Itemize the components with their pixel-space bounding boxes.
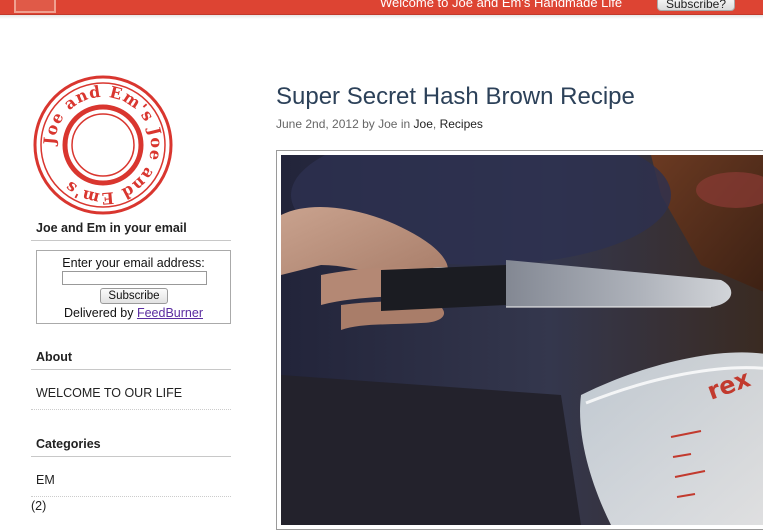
post-title[interactable]: Super Secret Hash Brown Recipe — [276, 83, 635, 111]
email-label: Enter your email address: — [62, 256, 205, 270]
post-date: June 2nd, 2012 — [276, 117, 359, 131]
categories-heading: Categories — [36, 437, 101, 451]
email-heading-rule — [31, 240, 231, 241]
post-category-recipes[interactable]: Recipes — [440, 117, 483, 131]
post-author: Joe — [378, 117, 398, 131]
email-heading: Joe and Em in your email — [36, 221, 187, 235]
post-category-separator: , — [432, 117, 437, 131]
post-in: in — [400, 117, 411, 131]
delivered-prefix: Delivered by — [64, 306, 134, 320]
site-logo-stamp[interactable]: Joe and Em's Joe and Em's — [30, 72, 176, 218]
post-meta: June 2nd, 2012 by Joe in Joe, Recipes — [276, 117, 483, 131]
post-by: by — [362, 117, 375, 131]
email-input[interactable] — [62, 271, 207, 285]
about-link[interactable]: WELCOME TO OUR LIFE — [36, 386, 182, 400]
email-subscribe-box: Enter your email address: Subscribe Deli… — [36, 250, 231, 324]
about-heading: About — [36, 350, 73, 364]
delivered-by: Delivered by FeedBurner — [37, 306, 230, 320]
top-bar-shadow — [0, 15, 763, 19]
categories-heading-rule — [31, 456, 231, 457]
post-image[interactable]: rex — [281, 155, 763, 525]
about-heading-rule — [31, 369, 231, 370]
about-divider — [31, 409, 231, 410]
subscribe-button[interactable]: Subscribe? — [657, 0, 735, 11]
welcome-message: Welcome to Joe and Em's Handmade Life — [380, 0, 623, 10]
feedburner-link[interactable]: FeedBurner — [137, 306, 203, 320]
post-category-joe[interactable]: Joe — [414, 117, 433, 131]
email-subscribe-button[interactable]: Subscribe — [100, 288, 168, 304]
category-divider — [31, 496, 231, 497]
category-count-em: (2) — [31, 499, 47, 513]
category-link-em[interactable]: EM — [36, 473, 55, 487]
top-logo-icon[interactable] — [14, 0, 56, 13]
knife-photo-illustration: rex — [281, 155, 763, 525]
